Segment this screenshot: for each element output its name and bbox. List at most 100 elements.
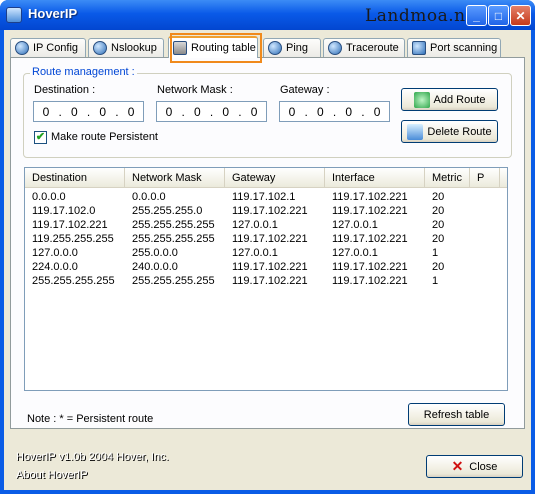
table-cell: 127.0.0.1 (232, 219, 278, 231)
octet: 0 (42, 104, 50, 119)
column-header-metric[interactable]: Metric (425, 168, 470, 188)
version-text: HoverIP v1.0b 2004 Hover, Inc. (16, 451, 169, 463)
octet: 0 (99, 104, 107, 119)
route-table-header: Destination Network Mask Gateway Interfa… (25, 168, 507, 188)
routing-table-panel: Route management : Destination : 0. 0. 0… (10, 57, 525, 429)
gateway-label: Gateway : (280, 84, 330, 96)
title-bar[interactable]: HoverIP Landmoa.net _ □ ✕ (0, 0, 535, 30)
close-button[interactable]: ✕ Close (426, 455, 523, 478)
persistent-checkbox[interactable]: ✔ (34, 131, 47, 144)
table-cell: 119.17.102.221 (32, 219, 108, 231)
table-cell: 119.17.102.221 (232, 261, 308, 273)
octet: 0 (345, 104, 353, 119)
table-cell: 127.0.0.1 (332, 219, 378, 231)
table-cell: 119.255.255.255 (32, 233, 114, 245)
route-table[interactable]: Destination Network Mask Gateway Interfa… (24, 167, 508, 391)
persistent-note: Note : * = Persistent route (27, 413, 154, 425)
window-title: HoverIP (28, 6, 78, 21)
table-cell: 119.17.102.221 (332, 261, 408, 273)
tab-ping[interactable]: Ping (263, 38, 321, 57)
tab-ip-config[interactable]: IP Config (10, 38, 86, 57)
tab-nslookup[interactable]: Nslookup (88, 38, 164, 57)
column-header-persistent[interactable]: P (470, 168, 500, 188)
table-cell: 20 (432, 191, 445, 203)
table-cell: 119.17.102.0 (32, 205, 96, 217)
table-cell: 20 (432, 219, 445, 231)
app-window: HoverIP Landmoa.net _ □ ✕ IP Config Nslo… (0, 0, 535, 494)
column-header-destination[interactable]: Destination (25, 168, 125, 188)
ping-icon (268, 41, 282, 55)
netmask-ip-field[interactable]: 0. 0. 0. 0 (156, 101, 267, 122)
column-header-gateway[interactable]: Gateway (225, 168, 325, 188)
table-cell: 20 (432, 261, 445, 273)
add-route-button[interactable]: Add Route (401, 88, 498, 111)
minimize-button[interactable]: _ (466, 5, 487, 26)
tab-traceroute[interactable]: Traceroute (323, 38, 405, 57)
tab-label: Traceroute (346, 42, 399, 54)
table-cell: 20 (432, 205, 445, 217)
table-cell: 255.255.255.0 (132, 205, 203, 217)
about-link[interactable]: About HoverIP (16, 469, 88, 481)
close-label: Close (469, 460, 498, 473)
close-window-button[interactable]: ✕ (510, 5, 531, 26)
table-cell (470, 218, 477, 232)
table-row[interactable]: 0.0.0.0 0.0.0.0 119.17.102.1 119.17.102.221… (25, 190, 507, 204)
octet: 0 (70, 104, 78, 119)
ip-config-icon (15, 41, 29, 55)
add-route-label: Add Route (433, 93, 486, 106)
table-cell: 255.255.255.255 (132, 275, 215, 287)
delete-route-button[interactable]: Delete Route (401, 120, 498, 143)
tab-port-scanning[interactable]: Port scanning (407, 38, 501, 57)
table-cell: 127.0.0.0 (32, 247, 78, 259)
maximize-button[interactable]: □ (488, 5, 509, 26)
port-scan-icon (412, 41, 426, 55)
table-cell: 119.17.102.221 (232, 205, 308, 217)
octet: 0 (222, 104, 230, 119)
table-cell: 255.255.255.255 (132, 219, 215, 231)
table-cell (470, 260, 477, 274)
table-row[interactable]: 119.255.255.255 255.255.255.255 119.17.102… (25, 232, 507, 246)
octet: 0 (373, 104, 381, 119)
destination-ip-field[interactable]: 0. 0. 0. 0 (33, 101, 144, 122)
column-header-interface[interactable]: Interface (325, 168, 425, 188)
traceroute-icon (328, 41, 342, 55)
table-row[interactable]: 127.0.0.0 255.0.0.0 127.0.0.1 127.0.0.1 1 (25, 246, 507, 260)
octet: 0 (127, 104, 135, 119)
column-header-network-mask[interactable]: Network Mask (125, 168, 225, 188)
table-row[interactable]: 119.17.102.0 255.255.255.0 119.17.102.221 1… (25, 204, 507, 218)
table-cell: 119.17.102.221 (332, 191, 408, 203)
tab-label: Ping (286, 42, 309, 54)
octet: 0 (193, 104, 201, 119)
group-title: Route management : (30, 66, 137, 78)
table-cell: 119.17.102.221 (332, 275, 408, 287)
table-cell: 0.0.0.0 (132, 191, 166, 203)
add-route-icon (413, 91, 430, 108)
table-cell: 119.17.102.221 (232, 275, 308, 287)
octet: 0 (250, 104, 258, 119)
table-cell: 119.17.102.1 (232, 191, 296, 203)
table-row[interactable]: 224.0.0.0 240.0.0.0 119.17.102.221 119.17.1… (25, 260, 507, 274)
table-row[interactable]: 119.17.102.221 255.255.255.255 127.0.0.1 12… (25, 218, 507, 232)
table-cell: 20 (432, 233, 445, 245)
netmask-label: Network Mask : (157, 84, 233, 96)
globe-icon (93, 41, 107, 55)
tab-highlight-box (170, 33, 262, 63)
refresh-table-button[interactable]: Refresh table (408, 403, 505, 426)
tab-label: IP Config (33, 42, 79, 54)
destination-label: Destination : (34, 84, 96, 96)
table-cell: 255.255.255.255 (132, 233, 215, 245)
table-row[interactable]: 255.255.255.255 255.255.255.255 119.17.102… (25, 274, 507, 288)
table-cell: 127.0.0.1 (232, 247, 278, 259)
close-x-icon: ✕ (451, 458, 464, 474)
table-cell: 240.0.0.0 (132, 261, 178, 273)
delete-route-label: Delete Route (427, 125, 492, 138)
table-cell: 119.17.102.221 (332, 205, 408, 217)
tab-label: Port scanning (430, 42, 498, 54)
table-cell: 127.0.0.1 (332, 247, 378, 259)
table-cell: 119.17.102.221 (232, 233, 308, 245)
gateway-ip-field[interactable]: 0. 0. 0. 0 (279, 101, 390, 122)
table-cell (470, 190, 477, 204)
persistent-label[interactable]: Make route Persistent (51, 131, 158, 143)
table-cell: 1 (432, 247, 439, 259)
octet: 0 (165, 104, 173, 119)
